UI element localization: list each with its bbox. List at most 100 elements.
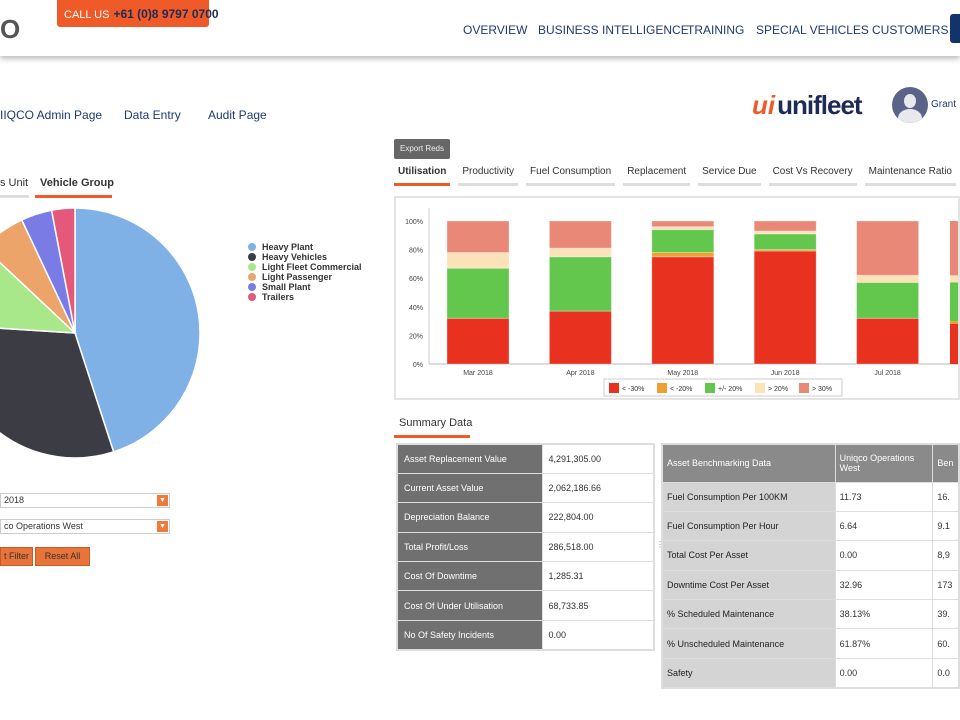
summary-row: Total Profit/Loss 286,518.00 (396, 531, 655, 563)
summary-label: Asset Replacement Value (396, 443, 543, 474)
bar-segment[interactable] (856, 317, 920, 365)
legend-label: Light Fleet Commercial (262, 262, 362, 272)
chart-tab-utilisation[interactable]: Utilisation (394, 166, 451, 186)
bar-segment[interactable] (856, 274, 920, 283)
nav-business-intelligence[interactable]: BUSINESS INTELLIGENCE (538, 23, 689, 37)
nav-contact-button[interactable] (950, 14, 960, 43)
bar-segment[interactable] (446, 317, 510, 365)
call-us-button[interactable]: CALL US +61 (0)8 9797 0700 (57, 0, 219, 27)
pie-legend-item[interactable]: Small Plant (248, 282, 362, 292)
summary-label: Cost Of Under Utilisation (396, 590, 543, 621)
tab-summary-data[interactable]: Summary Data (394, 417, 472, 438)
legend-label[interactable]: < -30% (622, 386, 644, 393)
bar-segment[interactable] (753, 220, 817, 232)
pie-legend-item[interactable]: Light Fleet Commercial (248, 262, 362, 272)
user-avatar[interactable] (892, 87, 928, 123)
avatar-head-icon (904, 94, 916, 108)
benchmark-row: % Scheduled Maintenance 38.13% 39. (661, 599, 960, 630)
benchmark-row: Fuel Consumption Per 100KM 11.73 16. (661, 481, 960, 512)
user-name[interactable]: Grant (931, 99, 956, 110)
benchmark-row: Downtime Cost Per Asset 32.96 173 (661, 569, 960, 601)
chart-tab-cost-vs-recovery[interactable]: Cost Vs Recovery (768, 166, 857, 186)
pie-legend-item[interactable]: Trailers (248, 292, 362, 302)
chart-tab-replacement[interactable]: Replacement (623, 166, 691, 186)
bar-segment[interactable] (950, 321, 958, 324)
benchmark-compare-value: 39. (932, 599, 960, 630)
bar-segment[interactable] (950, 323, 958, 364)
group-select[interactable]: co Operations West ▼ (0, 519, 170, 534)
chevron-down-icon: ▼ (157, 521, 168, 532)
reset-all-button[interactable]: Reset All (35, 547, 90, 566)
benchmark-value: 6.64 (834, 510, 934, 542)
site-logo[interactable]: O (0, 14, 20, 45)
bar-segment[interactable] (753, 250, 817, 365)
bar-segment[interactable] (950, 275, 958, 283)
legend-label[interactable]: > 20% (768, 386, 788, 393)
bar-segment[interactable] (651, 251, 715, 258)
y-tick-label: 20% (409, 333, 423, 340)
legend-swatch (657, 383, 667, 393)
benchmark-compare-value: 0.0 (932, 657, 960, 689)
site-header: O CALL US +61 (0)8 9797 0700 OVERVIEW BUS… (0, 0, 960, 56)
legend-dot-icon (248, 243, 256, 251)
bar-segment[interactable] (651, 256, 715, 365)
bar-segment[interactable] (753, 233, 817, 251)
pie-legend-item[interactable]: Heavy Vehicles (248, 252, 362, 262)
benchmark-value: 0.00 (834, 540, 934, 571)
legend-label: Light Passenger (262, 272, 333, 282)
chart-tab-maintenance-ratio[interactable]: Maintenance Ratio (864, 166, 956, 186)
bar-segment[interactable] (548, 310, 612, 365)
benchmark-label: % Scheduled Maintenance (661, 599, 836, 630)
summary-row: Cost Of Under Utilisation 68,733.85 (396, 590, 655, 621)
benchmark-label: % Unscheduled Maintenance (661, 628, 836, 659)
pie-legend-item[interactable]: Heavy Plant (248, 242, 362, 252)
summary-value: 2,062,186.66 (541, 472, 655, 504)
legend-swatch (609, 383, 619, 393)
bar-segment[interactable] (548, 247, 612, 258)
pie-legend-item[interactable]: Light Passenger (248, 272, 362, 282)
date-select-value: 2018 (4, 495, 25, 505)
tab-business-unit[interactable]: s Unit (0, 177, 29, 198)
x-tick-label: Jun 2018 (771, 370, 800, 377)
chart-tab-service-due[interactable]: Service Due (698, 166, 761, 186)
bar-segment[interactable] (446, 251, 510, 269)
bar-segment[interactable] (950, 282, 958, 322)
date-select[interactable]: 2018 ▼ (0, 493, 170, 508)
link-data-entry[interactable]: Data Entry (124, 108, 181, 122)
bar-segment[interactable] (950, 221, 958, 276)
benchmark-compare-value: 60. (932, 628, 960, 659)
legend-label[interactable]: +/- 20% (718, 386, 742, 393)
nav-training[interactable]: TRAINING (687, 23, 744, 37)
legend-dot-icon (248, 293, 256, 301)
bar-segment[interactable] (651, 220, 715, 228)
nav-customers[interactable]: CUSTOMERS (872, 23, 948, 37)
legend-dot-icon (248, 283, 256, 291)
x-tick-label: May 2018 (667, 370, 698, 377)
export-reds-button[interactable]: Export Reds (394, 139, 450, 159)
bar-segment[interactable] (446, 267, 510, 319)
bar-segment[interactable] (856, 220, 920, 276)
legend-label[interactable]: > 30% (812, 386, 832, 393)
nav-special-vehicles[interactable]: SPECIAL VEHICLES (756, 23, 869, 37)
benchmark-header: Uniqco Operations West (834, 443, 934, 483)
chart-tab-productivity[interactable]: Productivity (458, 166, 519, 186)
legend-label[interactable]: < -20% (670, 386, 692, 393)
avatar-body-icon (898, 109, 922, 123)
link-audit-page[interactable]: Audit Page (208, 108, 267, 122)
summary-table: Asset Replacement Value 4,291,305.00 Curre… (396, 443, 655, 651)
link-admin-page[interactable]: IIQCO Admin Page (0, 108, 102, 122)
bar-segment[interactable] (651, 229, 715, 253)
legend-swatch (755, 383, 765, 393)
apply-filter-button[interactable]: t Filter (0, 547, 33, 566)
benchmark-row: Total Cost Per Asset 0.00 8,9 (661, 540, 960, 571)
nav-overview[interactable]: OVERVIEW (463, 23, 527, 37)
chart-tab-fuel-consumption[interactable]: Fuel Consumption (526, 166, 616, 186)
bar-segment[interactable] (446, 220, 510, 253)
bar-segment[interactable] (548, 256, 612, 312)
benchmark-value: 38.13% (834, 599, 934, 630)
bar-segment[interactable] (548, 220, 612, 249)
y-tick-label: 40% (409, 305, 423, 312)
legend-label: Small Plant (262, 282, 311, 292)
tab-vehicle-group[interactable]: Vehicle Group (35, 177, 114, 198)
bar-segment[interactable] (856, 281, 920, 319)
